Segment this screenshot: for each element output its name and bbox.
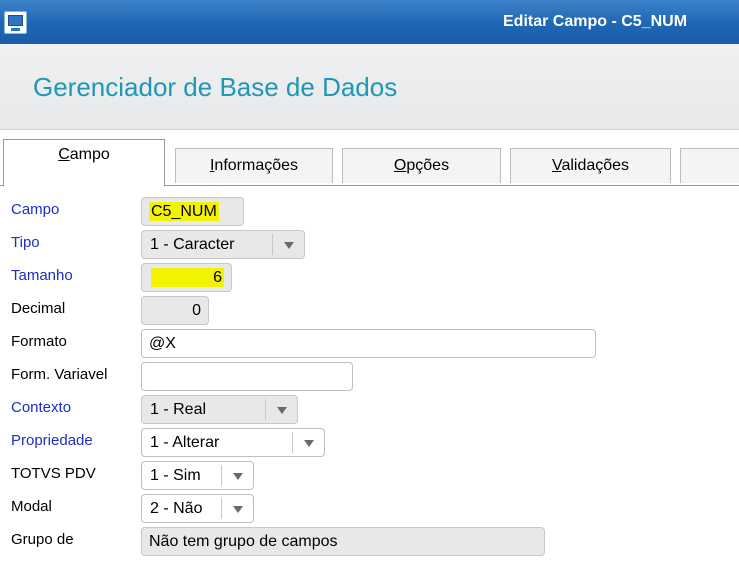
formato-label: Formato (11, 333, 67, 350)
grupo-de-field[interactable]: Não tem grupo de campos (141, 527, 545, 556)
propriedade-label: Propriedade (11, 432, 93, 449)
form-variavel-input[interactable] (141, 362, 353, 391)
decimal-value: 0 (192, 302, 201, 319)
totvs-pdv-select[interactable]: 1 - Sim (141, 461, 254, 490)
decimal-field[interactable]: 0 (141, 296, 209, 325)
tab-validacoes[interactable]: Validações (510, 148, 671, 183)
propriedade-dropdown-button[interactable] (292, 432, 324, 453)
computer-icon[interactable] (4, 11, 27, 34)
contexto-dropdown-button[interactable] (265, 399, 297, 420)
chevron-down-icon (304, 440, 314, 447)
grupo-de-label: Grupo de (11, 531, 74, 548)
tamanho-value: 6 (151, 268, 224, 287)
campo-value: C5_NUM (149, 202, 219, 221)
modal-label: Modal (11, 498, 52, 515)
formato-input[interactable]: @X (141, 329, 596, 358)
campo-label: Campo (11, 201, 60, 218)
modal-value: 2 - Não (150, 500, 203, 517)
form-variavel-label: Form. Variavel (11, 366, 108, 383)
chevron-down-icon (233, 506, 243, 513)
grupo-de-value: Não tem grupo de campos (149, 533, 338, 550)
campo-field[interactable]: C5_NUM (141, 197, 244, 226)
app-header: Gerenciador de Base de Dados (0, 44, 739, 130)
contexto-select[interactable]: 1 - Real (141, 395, 298, 424)
chevron-down-icon (277, 407, 287, 414)
modal-select[interactable]: 2 - Não (141, 494, 254, 523)
window-title: Editar Campo - C5_NUM (503, 13, 688, 30)
decimal-label: Decimal (11, 300, 66, 317)
tab-more[interactable] (680, 148, 739, 183)
tab-strip: Campo Informações Opções Validações (0, 130, 739, 186)
propriedade-value: 1 - Alterar (150, 434, 220, 451)
chevron-down-icon (284, 242, 294, 249)
app-name: Gerenciador de Base de Dados (33, 72, 398, 102)
propriedade-select[interactable]: 1 - Alterar (141, 428, 325, 457)
modal-dropdown-button[interactable] (221, 498, 253, 519)
contexto-label: Contexto (11, 399, 72, 416)
tipo-select[interactable]: 1 - Caracter (141, 230, 305, 259)
tipo-label: Tipo (11, 234, 40, 251)
chevron-down-icon (233, 473, 243, 480)
tamanho-label: Tamanho (11, 267, 73, 284)
contexto-value: 1 - Real (150, 401, 207, 418)
tamanho-field[interactable]: 6 (141, 263, 232, 292)
totvs-pdv-dropdown-button[interactable] (221, 465, 253, 486)
totvs-pdv-label: TOTVS PDV (11, 465, 96, 482)
formato-value: @X (149, 335, 176, 352)
tab-opcoes[interactable]: Opções (342, 148, 501, 183)
totvs-pdv-value: 1 - Sim (150, 467, 201, 484)
tipo-value: 1 - Caracter (150, 236, 235, 253)
title-bar: Editar Campo - C5_NUM (0, 0, 739, 44)
tab-informacoes[interactable]: Informações (175, 148, 333, 183)
tipo-dropdown-button[interactable] (272, 234, 304, 255)
tab-campo[interactable]: Campo (3, 139, 165, 186)
